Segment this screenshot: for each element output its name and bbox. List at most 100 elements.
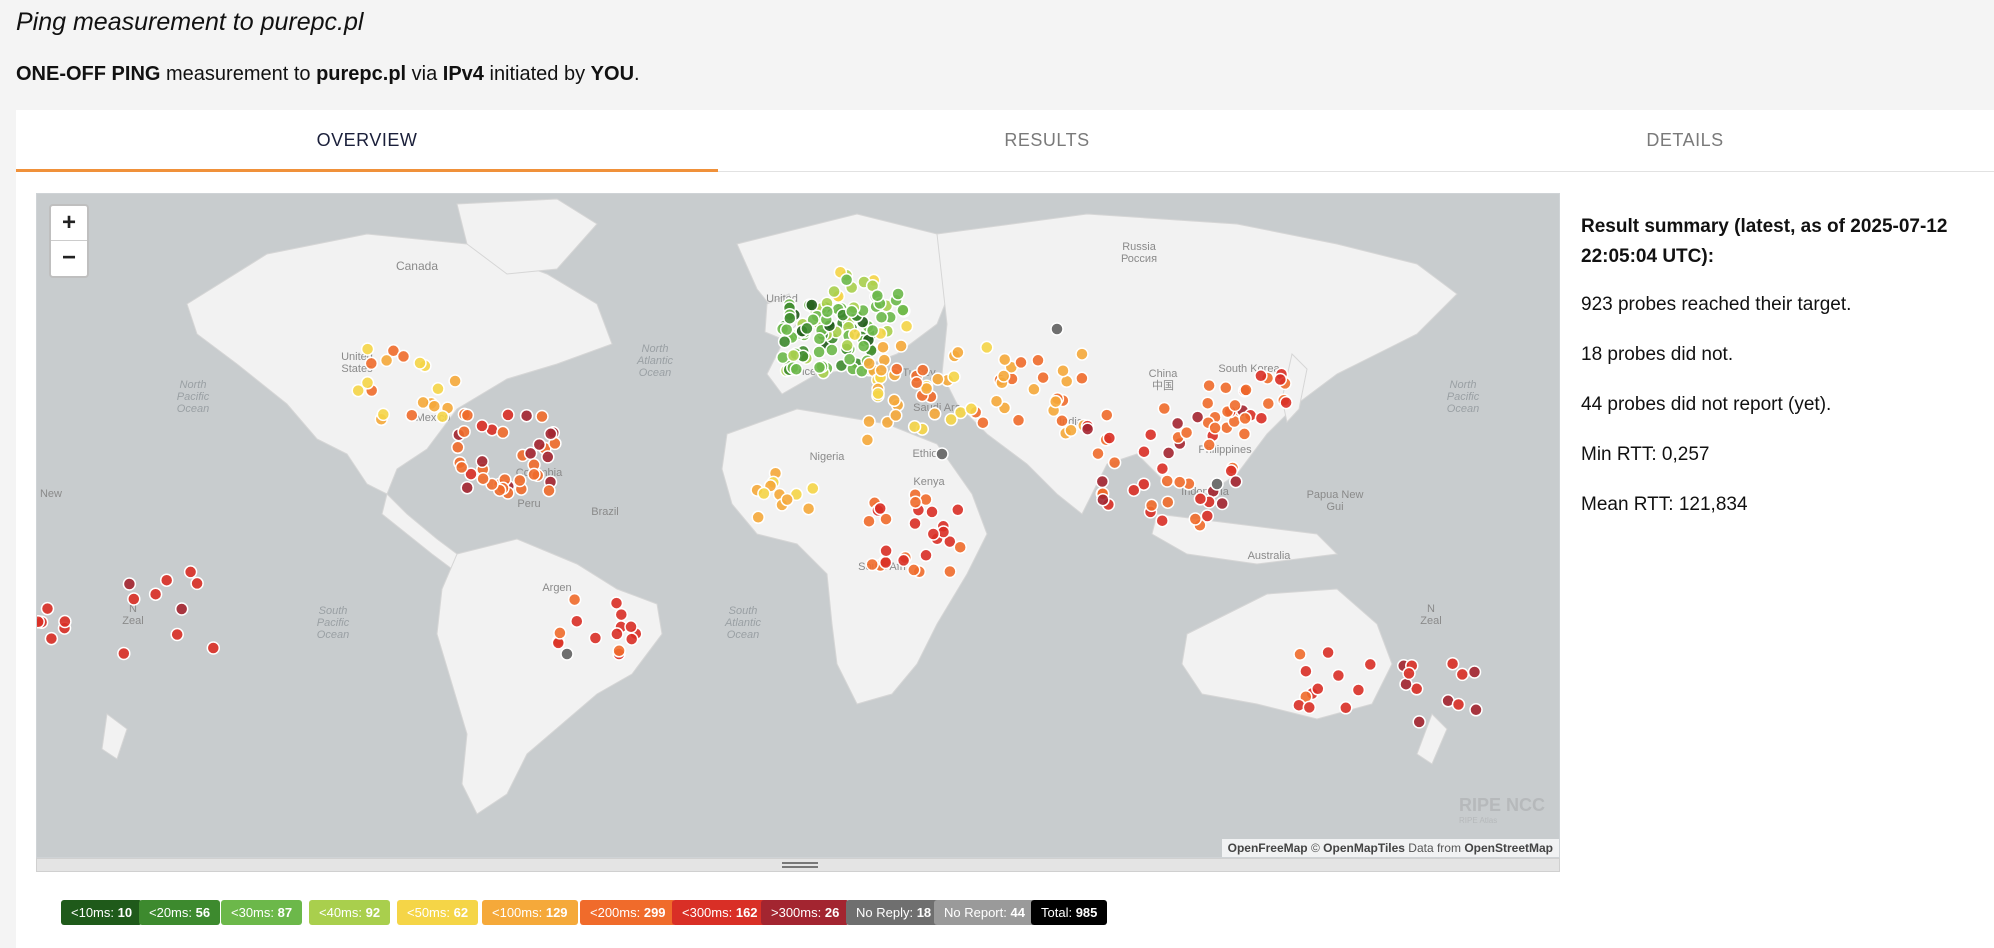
probe-marker[interactable] <box>840 338 854 353</box>
probe-marker[interactable] <box>876 340 890 354</box>
probe-marker[interactable] <box>953 540 967 554</box>
probe-marker[interactable] <box>460 408 475 423</box>
map-resize-handle[interactable] <box>36 858 1560 872</box>
probe-marker[interactable] <box>1095 474 1110 489</box>
probe-marker[interactable] <box>1157 401 1172 416</box>
probe-marker[interactable] <box>1179 425 1194 440</box>
probe-marker[interactable] <box>396 349 411 364</box>
legend-chip-lt50[interactable]: <50ms: 62 <box>397 900 479 925</box>
probe-marker[interactable] <box>789 362 804 377</box>
probe-marker[interactable] <box>839 273 854 287</box>
probe-marker[interactable] <box>1219 381 1233 395</box>
tab-details[interactable]: DETAILS <box>1376 110 1994 172</box>
probe-marker[interactable] <box>871 386 885 401</box>
probe-marker-no-reply[interactable] <box>1050 322 1064 336</box>
probe-marker[interactable] <box>427 399 442 413</box>
probe-marker[interactable] <box>570 614 584 628</box>
probe-marker[interactable] <box>751 510 765 525</box>
probe-marker[interactable] <box>806 481 820 496</box>
probe-marker[interactable] <box>776 350 790 365</box>
probe-marker[interactable] <box>1056 363 1070 378</box>
legend-chip-lt10[interactable]: <10ms: 10 <box>61 900 143 925</box>
probe-marker[interactable] <box>907 419 922 434</box>
probe-marker[interactable] <box>1160 474 1174 488</box>
probe-marker[interactable] <box>183 565 198 579</box>
probe-marker[interactable] <box>899 319 914 334</box>
probe-marker[interactable] <box>122 577 137 591</box>
probe-marker[interactable] <box>916 363 930 377</box>
probe-marker[interactable] <box>1299 664 1313 678</box>
probe-marker[interactable] <box>44 631 59 646</box>
attrib-osm-link[interactable]: OpenStreetMap <box>1464 841 1553 855</box>
probe-marker[interactable] <box>1467 665 1482 679</box>
probe-marker[interactable] <box>873 501 887 516</box>
probe-marker[interactable] <box>907 563 921 577</box>
probe-marker[interactable] <box>889 408 903 423</box>
probe-marker[interactable] <box>1155 461 1170 476</box>
probe-marker[interactable] <box>1412 715 1426 729</box>
probe-marker[interactable] <box>780 492 794 507</box>
probe-marker[interactable] <box>874 310 889 325</box>
probe-marker[interactable] <box>519 408 534 423</box>
probe-marker[interactable] <box>624 632 639 646</box>
probe-marker[interactable] <box>925 505 939 519</box>
probe-map[interactable]: + − Canada United States North Atlantic … <box>36 193 1560 858</box>
probe-marker[interactable] <box>1254 369 1268 383</box>
probe-marker[interactable] <box>1363 657 1378 672</box>
probe-marker[interactable] <box>862 356 876 371</box>
probe-marker[interactable] <box>801 501 816 516</box>
probe-marker[interactable] <box>1239 383 1253 397</box>
probe-marker[interactable] <box>865 323 880 338</box>
probe-marker[interactable] <box>1238 411 1252 426</box>
probe-marker[interactable] <box>926 527 941 541</box>
probe-marker[interactable] <box>206 641 221 655</box>
probe-marker[interactable] <box>879 544 893 558</box>
probe-marker[interactable] <box>1127 483 1141 497</box>
probe-marker[interactable] <box>891 287 905 301</box>
zoom-out-button[interactable]: − <box>51 241 87 276</box>
probe-marker[interactable] <box>1100 408 1114 422</box>
probe-marker[interactable] <box>610 627 624 641</box>
probe-marker[interactable] <box>909 376 924 390</box>
probe-marker[interactable] <box>376 407 391 422</box>
probe-marker[interactable] <box>827 284 841 299</box>
probe-marker-no-reply[interactable] <box>935 447 949 461</box>
probe-marker[interactable] <box>1293 647 1307 662</box>
probe-marker[interactable] <box>1011 413 1026 428</box>
legend-chip-lt40[interactable]: <40ms: 92 <box>309 900 391 925</box>
probe-marker[interactable] <box>812 332 827 346</box>
probe-marker[interactable] <box>1031 353 1045 368</box>
probe-marker[interactable] <box>931 372 945 386</box>
probe-marker[interactable] <box>435 409 450 424</box>
probe-marker[interactable] <box>1273 372 1288 387</box>
probe-marker[interactable] <box>1048 394 1063 409</box>
probe-marker[interactable] <box>614 607 629 622</box>
probe-marker[interactable] <box>919 548 933 563</box>
probe-marker[interactable] <box>405 408 419 422</box>
probe-marker[interactable] <box>1208 421 1222 435</box>
probe-marker[interactable] <box>448 374 462 388</box>
probe-marker[interactable] <box>553 626 567 640</box>
probe-marker[interactable] <box>847 327 862 342</box>
probe-marker[interactable] <box>842 352 857 367</box>
legend-chip-lt200[interactable]: <200ms: 299 <box>580 900 676 925</box>
probe-marker[interactable] <box>1064 423 1078 438</box>
probe-marker[interactable] <box>964 402 979 416</box>
probe-marker[interactable] <box>364 356 379 371</box>
probe-marker[interactable] <box>1279 395 1293 410</box>
probe-marker[interactable] <box>1170 416 1185 431</box>
probe-marker[interactable] <box>360 342 375 356</box>
probe-marker[interactable] <box>1137 444 1151 459</box>
probe-marker[interactable] <box>451 440 465 455</box>
probe-marker[interactable] <box>588 631 603 645</box>
probe-marker[interactable] <box>1075 371 1089 386</box>
probe-marker[interactable] <box>976 415 990 430</box>
probe-marker[interactable] <box>457 424 471 439</box>
probe-marker[interactable] <box>777 334 792 349</box>
probe-marker[interactable] <box>856 339 871 353</box>
probe-marker[interactable] <box>860 433 875 447</box>
probe-marker[interactable] <box>812 360 827 375</box>
probe-marker[interactable] <box>476 471 490 486</box>
probe-marker[interactable] <box>878 555 893 570</box>
probe-marker[interactable] <box>1102 431 1117 445</box>
